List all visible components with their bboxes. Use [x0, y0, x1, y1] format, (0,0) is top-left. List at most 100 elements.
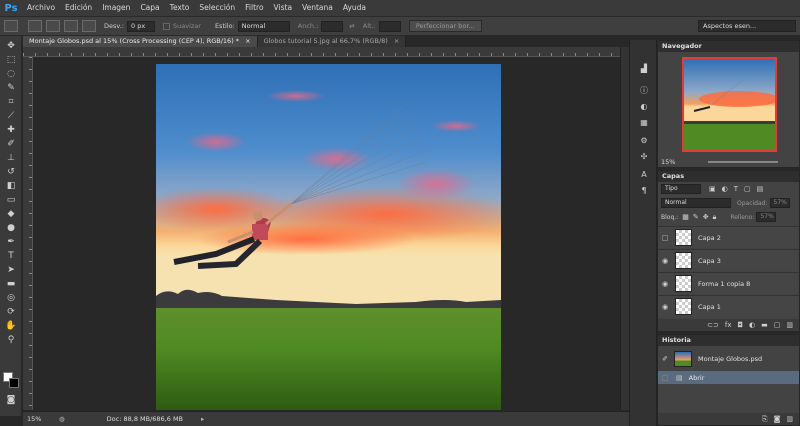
hand-tool-icon[interactable]: ✋ — [4, 320, 18, 332]
menu-ventana[interactable]: Ventana — [297, 0, 338, 16]
intersect-selection-icon[interactable] — [82, 20, 96, 32]
pen-tool-icon[interactable]: ✒ — [4, 236, 18, 248]
move-tool-icon[interactable]: ✥ — [4, 40, 18, 52]
paragraph-icon[interactable]: ¶ — [637, 184, 651, 196]
style-select[interactable]: Normal — [237, 20, 290, 32]
link-layers-icon[interactable]: ⊂⊃ — [707, 321, 719, 329]
menu-filtro[interactable]: Filtro — [240, 0, 268, 16]
layer-filter-select[interactable]: Tipo — [661, 184, 701, 194]
filter-smart-icon[interactable]: ▤ — [757, 185, 764, 193]
layer-row[interactable]: ◉ Forma 1 copia 8 — [658, 272, 799, 294]
refine-edge-button[interactable]: Perfeccionar bor... — [408, 20, 482, 32]
new-layer-icon[interactable]: ▢ — [774, 321, 781, 329]
visibility-toggle-off[interactable] — [662, 234, 668, 241]
workspace-select[interactable]: Aspectos esen... — [698, 20, 796, 32]
menu-capa[interactable]: Capa — [135, 0, 164, 16]
eyedropper-tool-icon[interactable]: ⟋ — [4, 110, 18, 122]
marquee-preset-icon[interactable] — [4, 20, 18, 32]
feather-input[interactable]: 0 px — [127, 20, 155, 32]
blend-mode-select[interactable]: Normal — [661, 198, 731, 208]
adjustments-icon[interactable]: ⚙ — [637, 134, 651, 146]
close-icon[interactable]: × — [245, 37, 250, 45]
menu-texto[interactable]: Texto — [165, 0, 195, 16]
fill-input[interactable]: 57% — [756, 212, 777, 222]
fx-icon[interactable]: fx — [725, 321, 732, 329]
swap-icon[interactable]: ⇄ — [349, 22, 354, 30]
dodge-tool-icon[interactable]: ● — [4, 222, 18, 234]
quick-mask-icon[interactable]: ◙ — [4, 394, 18, 406]
filter-shape-icon[interactable]: ▢ — [744, 185, 751, 193]
color-panel-icon[interactable]: ◐ — [637, 100, 651, 112]
add-selection-icon[interactable] — [46, 20, 60, 32]
close-icon[interactable]: × — [394, 37, 399, 45]
tab-montaje-globos[interactable]: Montaje Globos.psd al 15% (Cross Process… — [23, 36, 258, 47]
history-brush-source-icon[interactable]: ✐ — [658, 355, 672, 363]
menu-edicion[interactable]: Edición — [60, 0, 97, 16]
adjustment-layer-icon[interactable]: ◐ — [749, 321, 755, 329]
path-select-tool-icon[interactable]: ➤ — [4, 264, 18, 276]
eye-icon[interactable]: ◉ — [658, 303, 672, 311]
new-snapshot-icon[interactable]: ◙ — [774, 415, 781, 423]
new-document-from-state-icon[interactable]: ⎘ — [762, 415, 768, 424]
lock-paint-icon[interactable]: ✎ — [693, 213, 699, 221]
navigator-zoom-value[interactable]: 15% — [661, 158, 675, 166]
horizontal-ruler[interactable] — [23, 47, 620, 57]
layer-row[interactable]: ◉ Capa 3 — [658, 249, 799, 271]
trash-icon[interactable]: ▥ — [786, 321, 793, 329]
gradient-tool-icon[interactable]: ▭ — [4, 194, 18, 206]
trash-icon[interactable]: ▥ — [786, 415, 793, 423]
3d-camera-icon[interactable]: ⟳ — [4, 306, 18, 318]
navigator-zoom-slider[interactable] — [708, 161, 778, 163]
navigator-thumbnail[interactable] — [682, 57, 777, 152]
menu-imagen[interactable]: Imagen — [97, 0, 135, 16]
lock-all-icon[interactable]: 🔒︎ — [713, 213, 717, 222]
styles-icon[interactable]: ✣ — [637, 150, 651, 162]
brush-tool-icon[interactable]: ✐ — [4, 138, 18, 150]
lasso-tool-icon[interactable]: ◌ — [4, 68, 18, 80]
3d-tool-icon[interactable]: ◎ — [4, 292, 18, 304]
blur-tool-icon[interactable]: ◆ — [4, 208, 18, 220]
stamp-tool-icon[interactable]: ⊥ — [4, 152, 18, 164]
opacity-input[interactable]: 57% — [769, 198, 790, 208]
healing-tool-icon[interactable]: ✚ — [4, 124, 18, 136]
new-group-icon[interactable]: ▬ — [761, 321, 768, 329]
tab-globos-tutorial[interactable]: Globos tutorial 5.jpg al 66,7% (RGB/8) × — [257, 36, 407, 47]
eye-icon[interactable]: ◉ — [658, 257, 672, 265]
lock-move-icon[interactable]: ✥ — [703, 213, 709, 221]
vertical-ruler[interactable] — [23, 57, 33, 410]
menu-ayuda[interactable]: Ayuda — [338, 0, 371, 16]
type-tool-icon[interactable]: T — [4, 250, 18, 262]
info-icon[interactable]: ⓘ — [637, 84, 651, 96]
quick-select-tool-icon[interactable]: ✎ — [4, 82, 18, 94]
add-mask-icon[interactable]: ◘ — [737, 321, 743, 329]
new-selection-icon[interactable] — [28, 20, 42, 32]
swatches-icon[interactable]: ▦ — [637, 116, 651, 128]
width-input[interactable] — [321, 20, 344, 32]
layer-row[interactable]: ◉ Capa 1 — [658, 295, 799, 317]
crop-tool-icon[interactable]: ⌗ — [4, 96, 18, 108]
background-color-swatch[interactable] — [9, 378, 19, 388]
histogram-icon[interactable]: ▟ — [637, 62, 651, 74]
menu-archivo[interactable]: Archivo — [22, 0, 60, 16]
history-state[interactable]: ▤ Abrir — [658, 371, 799, 384]
menu-vista[interactable]: Vista — [269, 0, 298, 16]
subtract-selection-icon[interactable] — [64, 20, 78, 32]
filter-image-icon[interactable]: ▣ — [709, 185, 716, 193]
smooth-checkbox[interactable] — [163, 22, 170, 30]
history-source-box[interactable] — [662, 374, 668, 381]
eraser-tool-icon[interactable]: ◧ — [4, 180, 18, 192]
eye-icon[interactable]: ◉ — [658, 280, 672, 288]
history-brush-icon[interactable]: ↺ — [4, 166, 18, 178]
zoom-field[interactable]: 15% — [27, 415, 57, 423]
shape-tool-icon[interactable]: ▬ — [4, 278, 18, 290]
lock-transparency-icon[interactable]: ▦ — [682, 213, 689, 221]
character-icon[interactable]: A — [637, 168, 651, 180]
height-input[interactable] — [378, 20, 401, 32]
vertical-scrollbar[interactable] — [620, 47, 629, 410]
share-icon[interactable]: ◍ — [59, 415, 65, 423]
filter-adjust-icon[interactable]: ◐ — [722, 185, 728, 193]
filter-type-icon[interactable]: T — [734, 185, 738, 193]
marquee-tool-icon[interactable]: ⬚ — [4, 54, 18, 66]
menu-seleccion[interactable]: Selección — [194, 0, 240, 16]
layer-row[interactable]: Capa 2 — [658, 226, 799, 248]
